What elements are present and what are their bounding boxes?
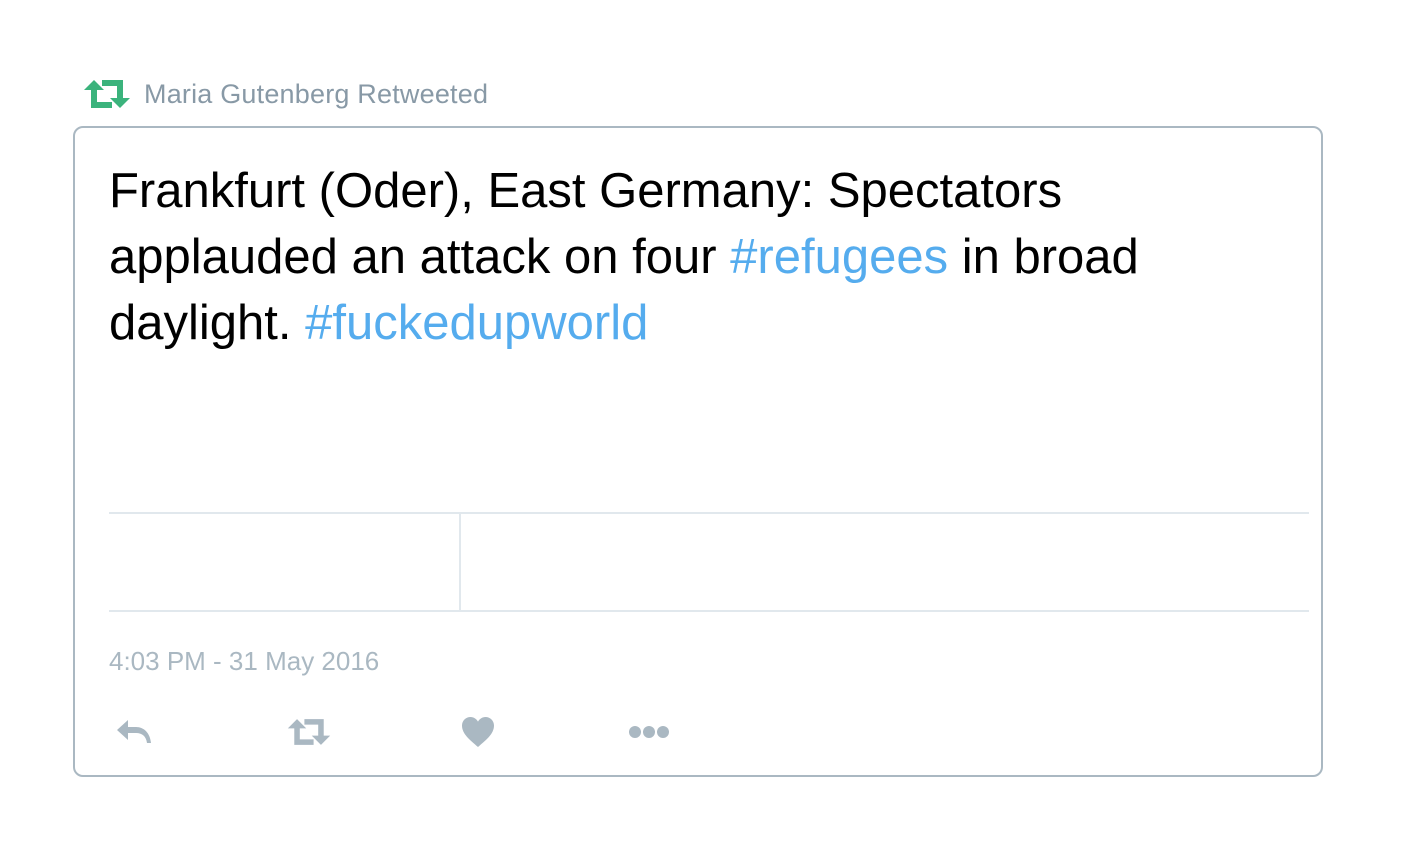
tweet-text: Frankfurt (Oder), East Germany: Spectato…: [109, 158, 1299, 356]
heart-icon: [460, 715, 496, 749]
tweet-actions: [109, 712, 809, 752]
more-icon: [628, 725, 670, 739]
retweet-context-header: Maria Gutenberg Retweeted: [82, 76, 488, 112]
like-button[interactable]: [453, 712, 503, 752]
tweet-timestamp[interactable]: 4:03 PM - 31 May 2016: [109, 646, 379, 677]
more-button[interactable]: [623, 712, 675, 752]
reply-button[interactable]: [109, 712, 159, 752]
stats-divider: [459, 514, 461, 610]
retweet-icon: [286, 717, 332, 747]
tweet-card[interactable]: Frankfurt (Oder), East Germany: Spectato…: [73, 126, 1323, 777]
retweet-icon: [82, 78, 132, 110]
hashtag-link-refugees[interactable]: #refugees: [730, 230, 948, 284]
hashtag-link-fuckedupworld[interactable]: #fuckedupworld: [305, 296, 648, 350]
reply-icon: [114, 717, 154, 747]
retweet-button[interactable]: [279, 712, 339, 752]
tweet-stats-row: [109, 512, 1309, 612]
retweeted-by-label[interactable]: Maria Gutenberg Retweeted: [144, 79, 488, 110]
